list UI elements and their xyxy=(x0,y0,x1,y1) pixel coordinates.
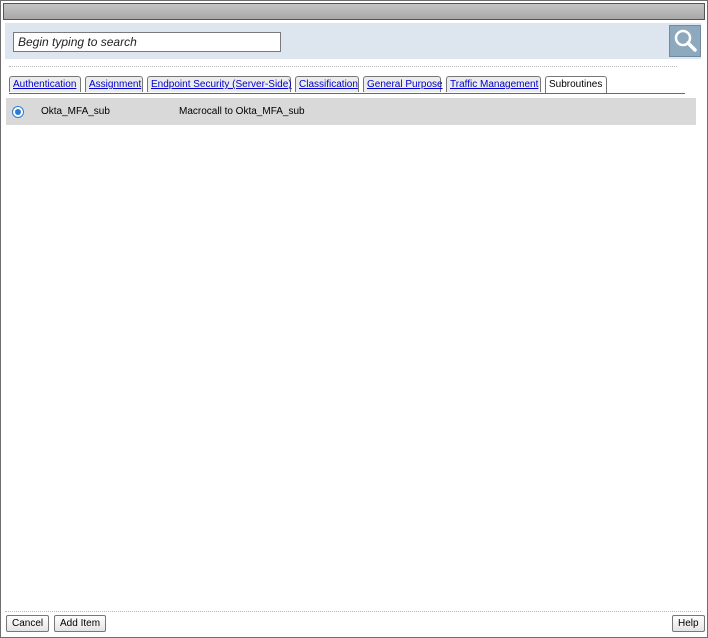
tab-classification[interactable]: Classification xyxy=(295,76,359,92)
tab-assignment[interactable]: Assignment xyxy=(85,76,143,92)
search-button[interactable] xyxy=(669,25,701,57)
item-description: Macrocall to Okta_MFA_sub xyxy=(179,106,305,117)
dialog-titlebar[interactable] xyxy=(3,3,705,20)
help-button[interactable]: Help xyxy=(672,615,705,632)
add-item-button[interactable]: Add Item xyxy=(54,615,107,632)
tab-endpoint-security[interactable]: Endpoint Security (Server-Side) xyxy=(147,76,292,92)
tab-subroutines[interactable]: Subroutines xyxy=(545,76,607,93)
tab-traffic-management[interactable]: Traffic Management xyxy=(446,76,541,92)
tab-general-purpose[interactable]: General Purpose xyxy=(363,76,443,92)
tab-authentication[interactable]: Authentication xyxy=(9,76,81,92)
cancel-button[interactable]: Cancel xyxy=(6,615,50,632)
search-input[interactable] xyxy=(13,32,281,52)
search-bar xyxy=(5,23,701,59)
magnifier-icon xyxy=(674,29,697,52)
footer-separator xyxy=(5,611,701,612)
category-tabs: Authentication Assignment Endpoint Secur… xyxy=(9,76,685,94)
item-name: Okta_MFA_sub xyxy=(41,106,110,117)
list-item[interactable]: Okta_MFA_sub Macrocall to Okta_MFA_sub xyxy=(6,98,696,125)
separator xyxy=(9,66,677,67)
add-item-dialog: Authentication Assignment Endpoint Secur… xyxy=(0,0,708,638)
item-radio[interactable] xyxy=(12,106,24,118)
